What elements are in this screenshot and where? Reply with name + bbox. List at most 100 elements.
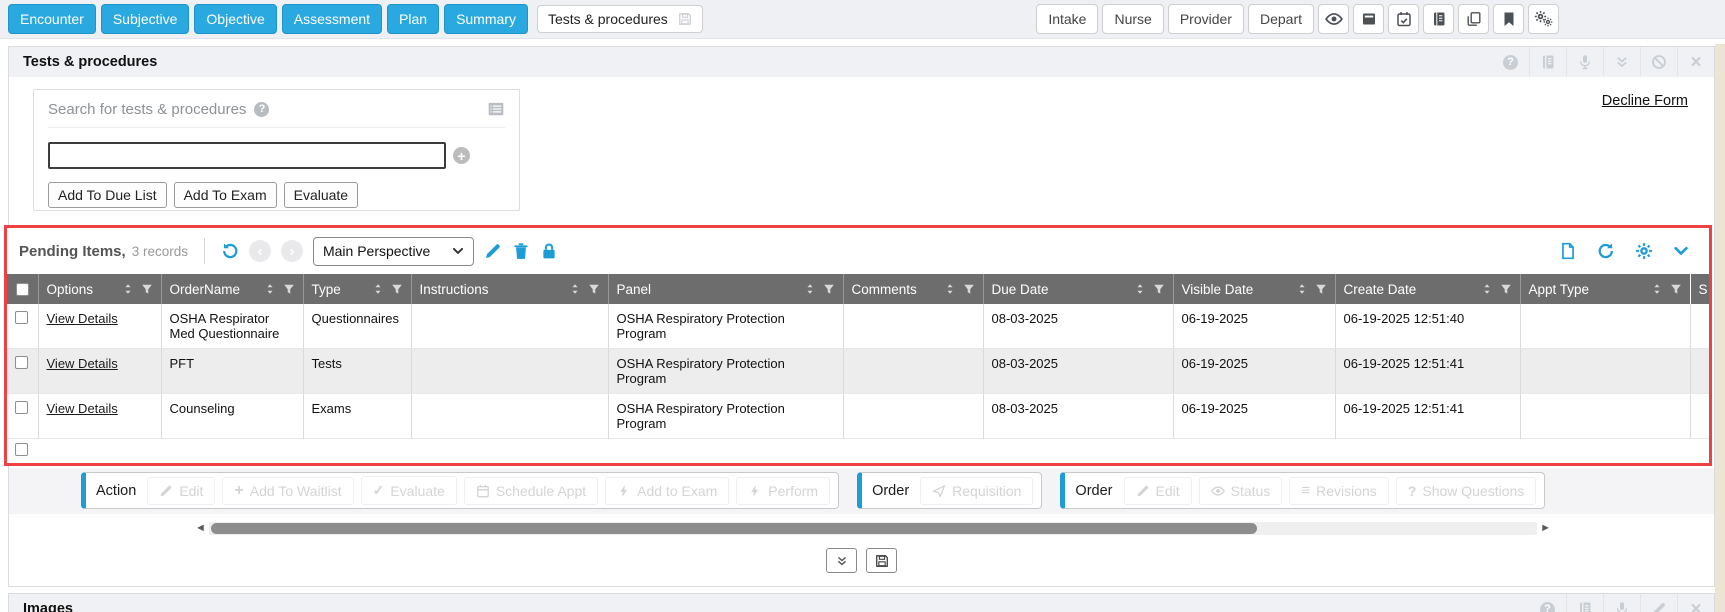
column-header-ordername[interactable]: OrderName [161,274,303,304]
column-header-create-date[interactable]: Create Date [1335,274,1520,304]
edit-perspective-icon[interactable] [484,242,502,260]
microphone-icon[interactable] [1566,47,1603,77]
page-title: Tests & procedures [23,54,157,70]
copy-icon[interactable] [1458,4,1489,34]
column-header-comments[interactable]: Comments [843,274,983,304]
scrollbar-thumb[interactable] [211,523,1257,534]
edit-button[interactable]: Edit [147,477,215,505]
column-header-due-date[interactable]: Due Date [983,274,1173,304]
close-icon[interactable]: × [1677,47,1714,77]
book-icon[interactable] [1529,47,1566,77]
collapse-grid-chevron-icon[interactable] [1673,243,1689,259]
nav-assessment-button[interactable]: Assessment [282,4,382,34]
stage-nurse-button[interactable]: Nurse [1102,4,1163,34]
order-status-button[interactable]: Status [1199,477,1283,505]
appt-type-cell [1520,394,1690,439]
add-to-exam-button[interactable]: Add To Exam [174,182,277,208]
journal-icon[interactable] [1423,4,1454,34]
undo-icon[interactable] [221,242,239,260]
column-header-status[interactable]: S [1690,274,1709,304]
nav-subjective-button[interactable]: Subjective [101,4,190,34]
header-icon-group: ? × [1492,47,1714,77]
evaluate-action-button[interactable]: ✓Evaluate [361,476,457,505]
column-header-appt-type[interactable]: Appt Type [1520,274,1690,304]
options-cell: View Details [38,349,161,394]
row-select-cell [7,349,38,394]
view-details-link[interactable]: View Details [47,401,118,416]
book-icon[interactable] [1566,594,1603,612]
column-header-instructions[interactable]: Instructions [411,274,608,304]
scroll-right-arrow[interactable]: ► [1540,522,1551,534]
stage-provider-button[interactable]: Provider [1168,4,1244,34]
add-to-exam-action-button[interactable]: Add to Exam [605,477,729,505]
plus-icon: + [234,483,243,499]
chevron-down-icon [452,245,464,257]
order-edit-button[interactable]: Edit [1124,477,1192,505]
collapse-section-icon[interactable] [1603,47,1640,77]
stage-depart-button[interactable]: Depart [1248,4,1314,34]
help-icon[interactable]: ? [1529,594,1566,612]
block-icon[interactable] [1640,47,1677,77]
row-checkbox[interactable] [15,311,28,324]
lock-perspective-icon[interactable] [540,242,558,260]
view-details-link[interactable]: View Details [47,356,118,371]
edit-pencil-icon[interactable] [1640,594,1677,612]
panel-cell: OSHA Respiratory Protection Program [608,394,843,439]
add-search-icon[interactable]: + [453,147,470,164]
schedule-appt-button[interactable]: Schedule Appt [464,477,598,505]
previous-page-icon[interactable]: ‹ [249,240,271,262]
close-icon[interactable]: × [1677,594,1714,612]
row-checkbox[interactable] [15,401,28,414]
view-details-link[interactable]: View Details [47,311,118,326]
select-all-checkbox[interactable] [16,283,29,296]
save-button[interactable] [866,548,897,573]
status-cell [1690,394,1709,439]
nav-plan-button[interactable]: Plan [387,4,439,34]
new-document-icon[interactable] [1559,242,1577,260]
order-group-label: Order [1075,483,1112,499]
column-header-panel[interactable]: Panel [608,274,843,304]
microphone-icon[interactable] [1603,594,1640,612]
eye-icon[interactable] [1318,4,1349,34]
bookmark-icon[interactable] [1493,4,1524,34]
column-header-visible-date[interactable]: Visible Date [1173,274,1335,304]
perspective-select[interactable]: Main Perspective [313,237,474,266]
next-page-icon[interactable]: › [281,240,303,262]
action-group-label: Action [96,483,136,499]
collapse-button[interactable] [826,548,857,573]
perform-button[interactable]: Perform [736,477,830,505]
vertical-scroll-strip[interactable] [1715,44,1725,612]
column-header-options[interactable]: Options [38,274,161,304]
help-icon[interactable]: ? [1492,47,1529,77]
grid-settings-gear-icon[interactable] [1635,242,1653,260]
toolbar-divider [204,238,205,264]
filter-icon [1670,283,1682,295]
column-header-type[interactable]: Type [303,274,411,304]
stage-intake-button[interactable]: Intake [1036,4,1098,34]
order-group-2: Order Edit Status ≡Revisions ?Show Quest… [1060,472,1545,509]
show-questions-button[interactable]: ?Show Questions [1396,477,1537,505]
refresh-icon[interactable] [1597,242,1615,260]
archive-icon[interactable] [1353,4,1384,34]
search-help-icon[interactable]: ? [254,102,269,117]
scroll-left-arrow[interactable]: ◄ [195,522,206,534]
delete-perspective-icon[interactable] [512,242,530,260]
settings-gears-icon[interactable] [1528,4,1559,34]
nav-summary-button[interactable]: Summary [444,4,528,34]
add-to-due-list-button[interactable]: Add To Due List [48,182,167,208]
pending-items-title: Pending Items, [19,243,126,260]
evaluate-button[interactable]: Evaluate [284,182,358,208]
nav-encounter-button[interactable]: Encounter [8,4,96,34]
add-to-waitlist-button[interactable]: +Add To Waitlist [222,477,353,505]
list-view-icon[interactable] [487,100,505,118]
row-checkbox[interactable] [15,356,28,369]
requisition-button[interactable]: Requisition [920,477,1033,505]
nav-objective-button[interactable]: Objective [194,4,276,34]
decline-form-link[interactable]: Decline Form [1602,93,1688,109]
tab-tests-procedures[interactable]: Tests & procedures [537,5,703,33]
visible-date-cell: 06-19-2025 [1173,304,1335,349]
row-checkbox[interactable] [15,443,28,456]
order-revisions-button[interactable]: ≡Revisions [1289,477,1388,505]
search-input[interactable] [48,142,446,169]
calendar-check-icon[interactable] [1388,4,1419,34]
